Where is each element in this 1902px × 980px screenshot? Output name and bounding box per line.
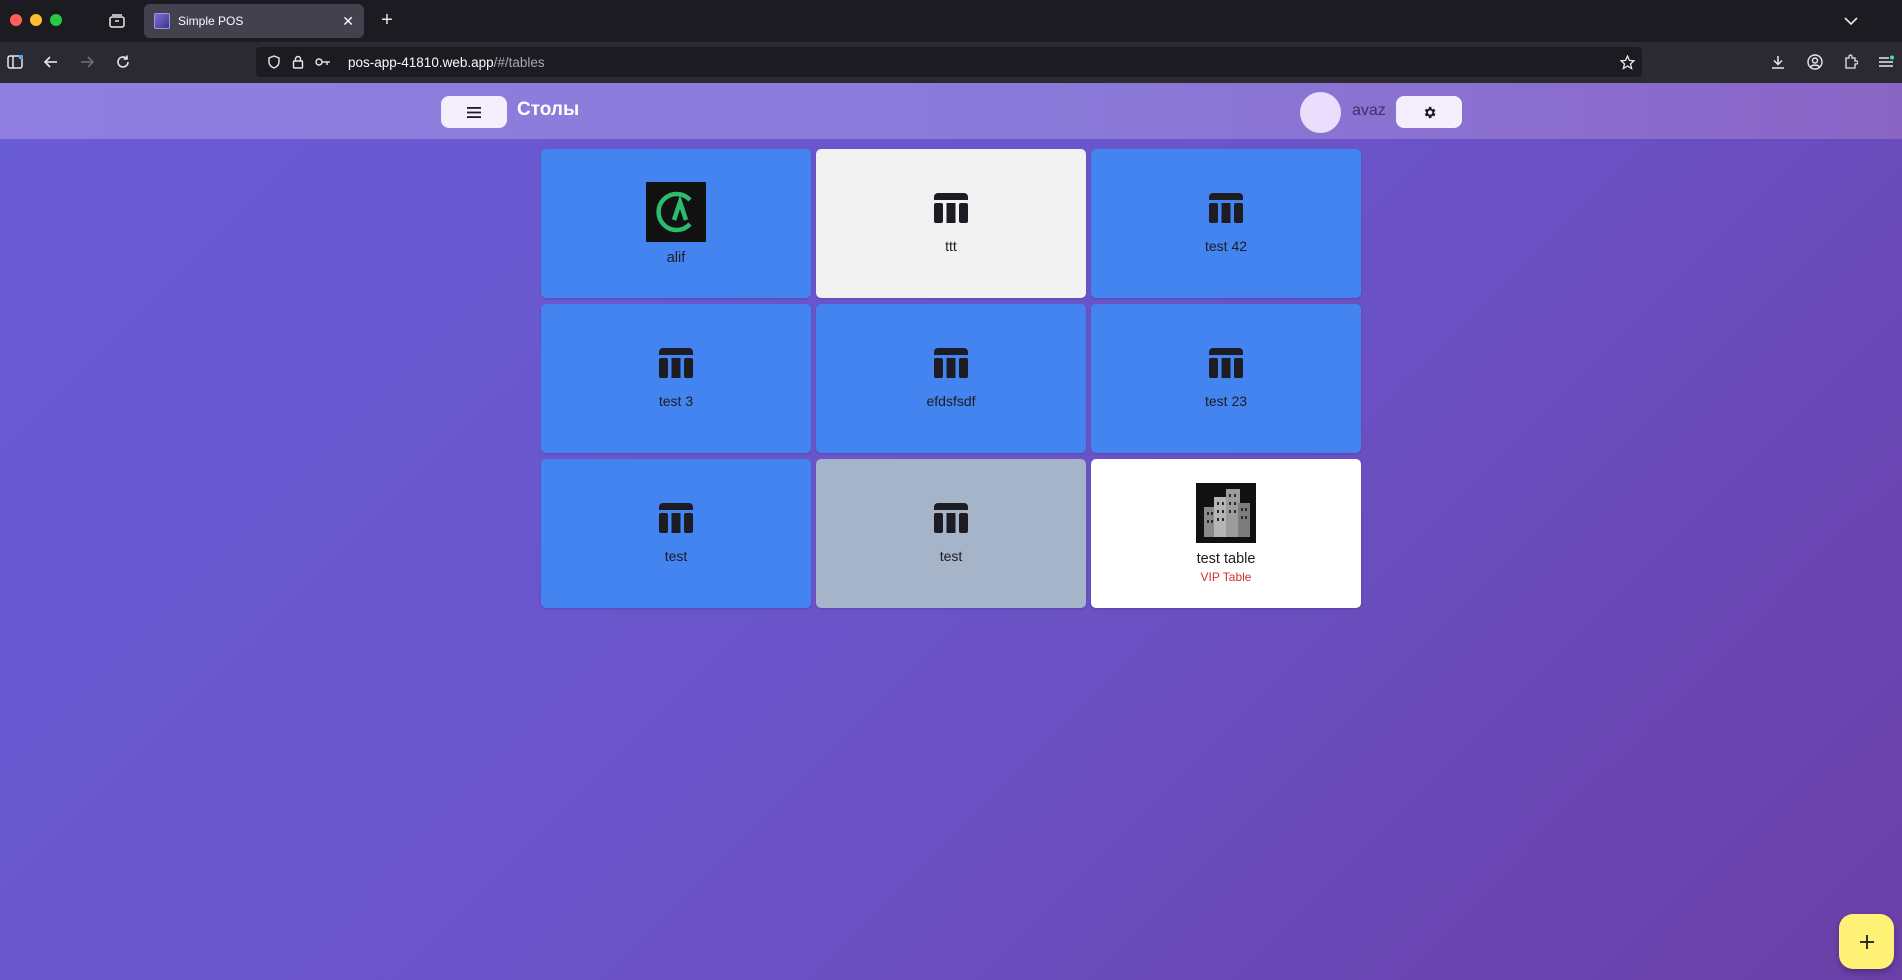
page-title: Столы	[517, 99, 580, 120]
table-icon	[1209, 193, 1243, 223]
browser-tab-bar: Simple POS ✕ +	[0, 0, 1902, 42]
table-card-efdsfsdf[interactable]: efdsfsdf	[816, 304, 1086, 453]
buildings-image	[1196, 483, 1256, 543]
table-subtitle: VIP Table	[1200, 570, 1252, 584]
url-host: pos-app-41810.web.app	[348, 55, 494, 70]
table-icon	[934, 193, 968, 223]
username-label: avaz	[1352, 102, 1386, 119]
sidebar-toggle-icon[interactable]	[6, 53, 24, 71]
table-icon	[659, 348, 693, 378]
table-icon	[934, 503, 968, 533]
table-name: test table	[1196, 551, 1256, 567]
table-name: test	[939, 548, 963, 564]
table-name: efdsfsdf	[926, 393, 976, 409]
new-tab-icon[interactable]: +	[378, 9, 396, 31]
table-icon	[1209, 348, 1243, 378]
app-viewport: Столы avaz alif ttt test 42 test 3 efdsf…	[0, 83, 1902, 980]
avatar[interactable]	[1300, 92, 1341, 133]
app-menu-icon[interactable]	[1877, 53, 1895, 71]
table-icon	[659, 503, 693, 533]
tables-grid: alif ttt test 42 test 3 efdsfsdf test 23	[541, 149, 1361, 608]
table-name: test 3	[658, 393, 694, 409]
app-favicon-icon	[154, 13, 170, 29]
maximize-window-button[interactable]	[50, 14, 62, 26]
close-tab-icon[interactable]: ✕	[342, 13, 354, 30]
address-bar[interactable]: pos-app-41810.web.app/#/tables	[256, 47, 1642, 77]
add-table-button[interactable]	[1839, 914, 1894, 969]
settings-button[interactable]	[1396, 96, 1462, 128]
url-text: pos-app-41810.web.app/#/tables	[348, 55, 545, 70]
tab-list-chevron-down-icon[interactable]	[1842, 12, 1860, 30]
tab-title: Simple POS	[178, 14, 244, 28]
url-path: /#/tables	[493, 55, 545, 70]
table-card-test-42[interactable]: test 42	[1091, 149, 1361, 298]
app-bar: Столы avaz	[0, 83, 1902, 139]
gear-icon	[1424, 106, 1435, 118]
table-name: alif	[666, 249, 686, 266]
table-card-test-3[interactable]: test 3	[541, 304, 811, 453]
browser-nav-bar: pos-app-41810.web.app/#/tables	[0, 42, 1902, 84]
table-card-test-disabled[interactable]: test	[816, 459, 1086, 608]
table-name: test	[664, 548, 688, 564]
table-card-test[interactable]: test	[541, 459, 811, 608]
tab-groups-icon[interactable]	[108, 12, 126, 30]
bookmark-star-icon[interactable]	[1619, 54, 1635, 70]
account-icon[interactable]	[1806, 53, 1824, 71]
table-card-test-table[interactable]: test table VIP Table	[1091, 459, 1361, 608]
forward-arrow-icon[interactable]	[78, 53, 96, 71]
table-name: ttt	[945, 238, 957, 254]
lock-icon[interactable]	[290, 54, 306, 70]
table-icon	[934, 348, 968, 378]
alif-logo-image	[646, 181, 706, 242]
hamburger-menu-icon	[467, 106, 481, 118]
table-name: test 23	[1204, 393, 1248, 409]
key-icon[interactable]	[314, 54, 332, 70]
downloads-icon[interactable]	[1769, 53, 1787, 71]
browser-tab[interactable]: Simple POS ✕	[144, 4, 364, 38]
menu-button[interactable]	[441, 96, 507, 128]
table-card-test-23[interactable]: test 23	[1091, 304, 1361, 453]
plus-icon	[1859, 934, 1874, 949]
table-card-ttt[interactable]: ttt	[816, 149, 1086, 298]
table-name: test 42	[1204, 238, 1248, 254]
minimize-window-button[interactable]	[30, 14, 42, 26]
table-card-alif[interactable]: alif	[541, 149, 811, 298]
close-window-button[interactable]	[10, 14, 22, 26]
reload-icon[interactable]	[114, 53, 132, 71]
extensions-icon[interactable]	[1842, 53, 1860, 71]
back-arrow-icon[interactable]	[42, 53, 60, 71]
tracking-shield-icon[interactable]	[266, 54, 282, 70]
